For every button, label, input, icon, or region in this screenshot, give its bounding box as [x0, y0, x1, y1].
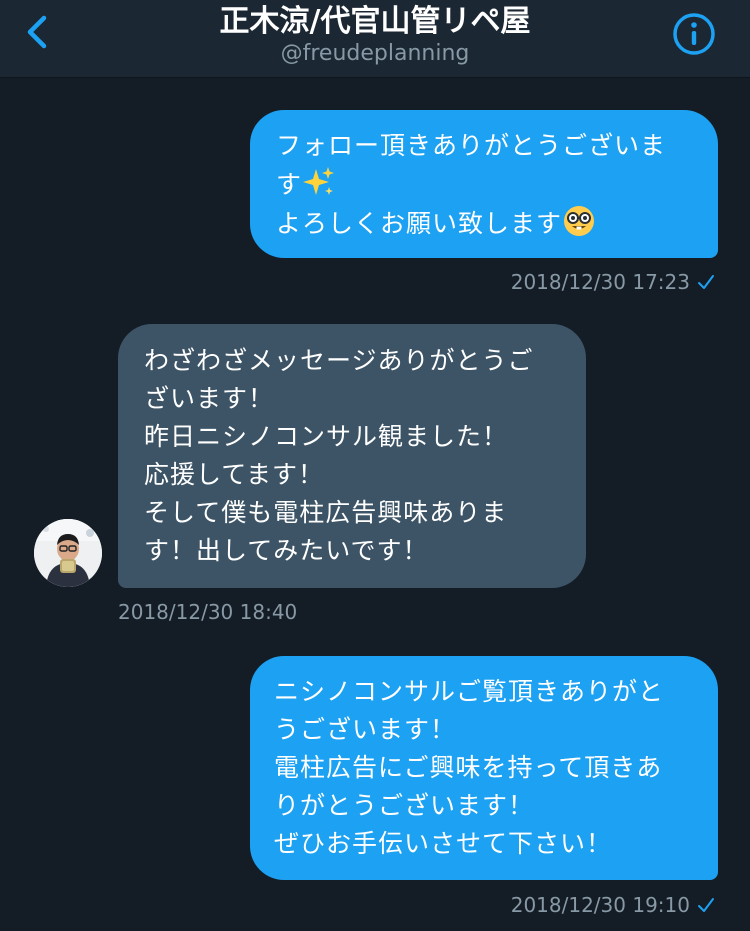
sparkles-icon: [303, 167, 335, 195]
info-button[interactable]: [670, 10, 718, 58]
message-timestamp: 2018/12/30 17:23: [510, 270, 690, 294]
conversation-header: 正木涼/代官山管リペ屋 @freudeplanning: [0, 0, 750, 78]
message-timestamp: 2018/12/30 19:10: [510, 893, 690, 917]
message-text-line: す！出してみたいです！: [144, 536, 429, 565]
message-text-line: わざわざメッセージありがとうご: [144, 346, 534, 375]
checkmark-icon: [698, 275, 714, 289]
message-bubble-received[interactable]: わざわざメッセージありがとうご ざいます！ 昨日ニシノコンサル観ました！ 応援し…: [118, 324, 586, 588]
message-bubble-sent[interactable]: フォロー頂きありがとうございま す よろしくお願い致します: [250, 110, 718, 258]
message-text-line: よろしくお願い致します: [276, 204, 696, 243]
message-text-line: ニシノコンサルご覧頂きありがと: [274, 677, 665, 706]
message-text-line: りがとうございます！: [274, 791, 535, 820]
message-text-line: ぜひお手伝いさせて下さい！: [274, 829, 613, 858]
message-text-line: 応援してます！: [144, 460, 325, 489]
nerd-face-icon: [564, 206, 595, 236]
user-avatar-image: [34, 519, 102, 587]
message-text-line: す: [276, 165, 696, 204]
message-text-line: そして僕も電柱広告興味ありま: [144, 498, 508, 527]
message-text-line: ざいます！: [144, 384, 275, 413]
message-text-line: 電柱広告にご興味を持って頂きあ: [274, 753, 663, 782]
info-icon: [673, 13, 715, 55]
message-timestamp: 2018/12/30 18:40: [118, 600, 298, 624]
checkmark-icon: [698, 898, 714, 912]
message-text-line: うございます！: [274, 715, 457, 744]
message-text-line: 昨日ニシノコンサル観ました！: [144, 422, 509, 451]
avatar[interactable]: [34, 519, 102, 587]
conversation-handle: @freudeplanning: [280, 41, 470, 66]
message-bubble-sent[interactable]: ニシノコンサルご覧頂きありがと うございます！ 電柱広告にご興味を持って頂きあ …: [250, 656, 718, 880]
conversation-title: 正木涼/代官山管リペ屋: [219, 4, 531, 39]
message-text-line: フォロー頂きありがとうございま: [276, 131, 667, 160]
